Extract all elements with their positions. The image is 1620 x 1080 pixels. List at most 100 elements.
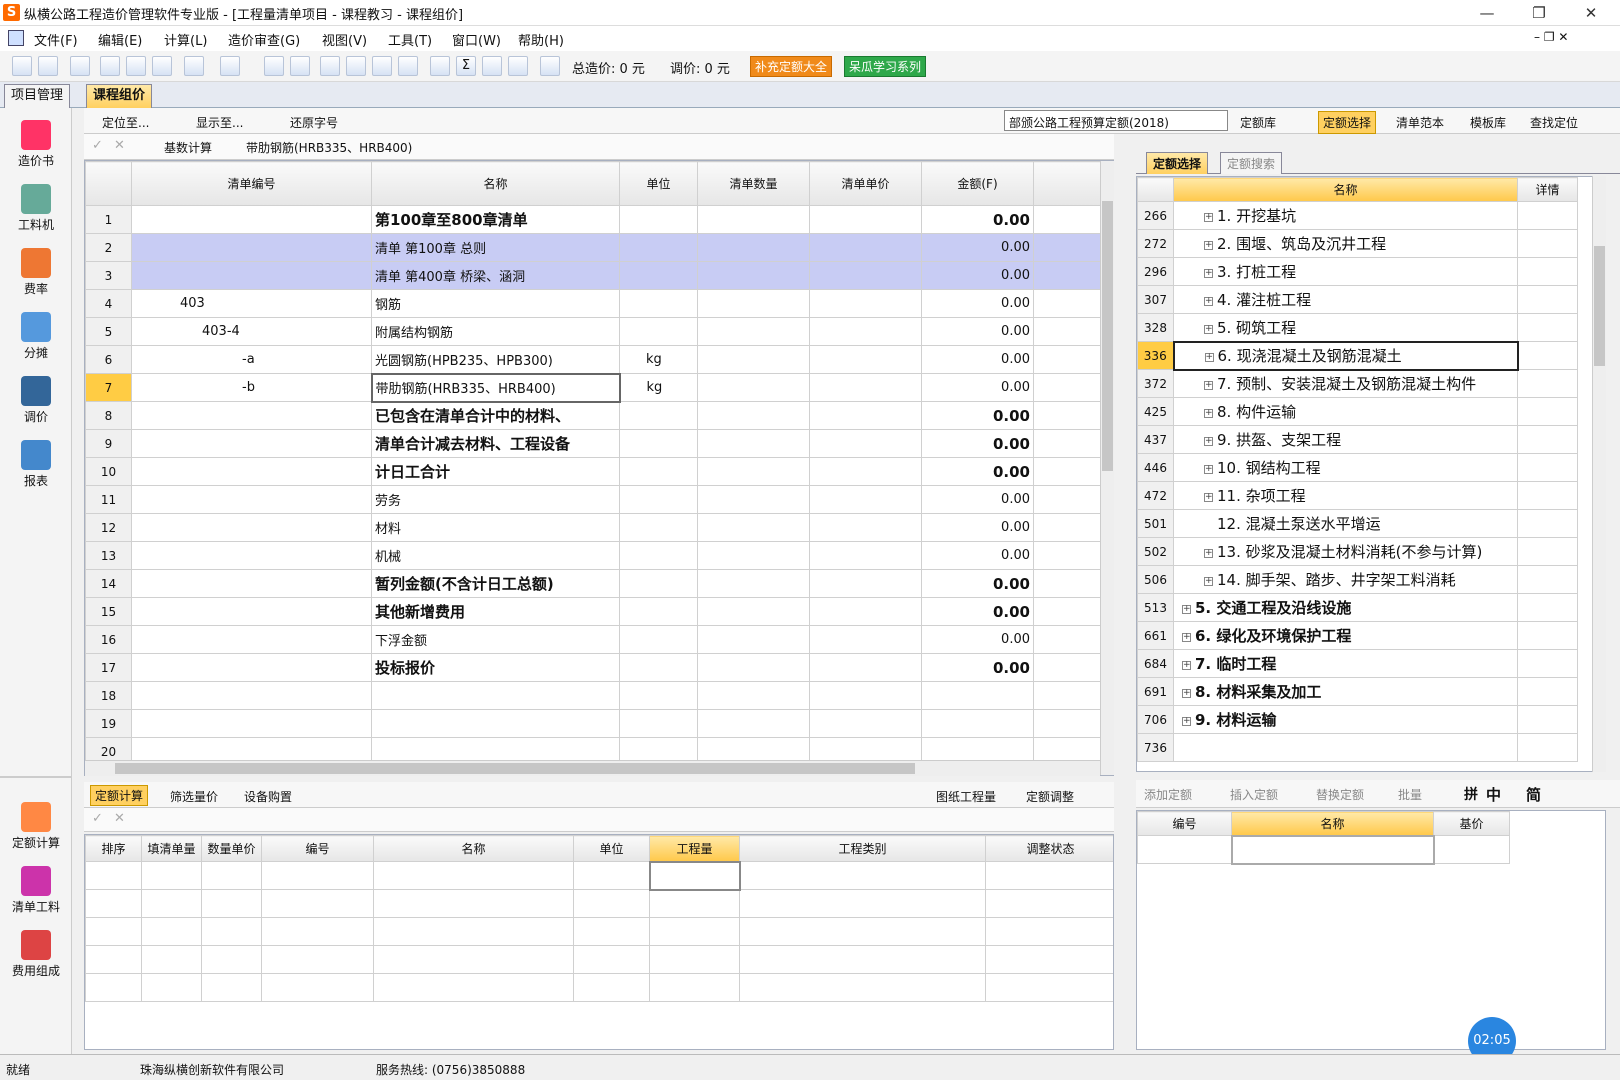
cell-quantity[interactable] <box>697 261 810 290</box>
cell-quantity[interactable] <box>697 345 810 374</box>
tab-project-management[interactable]: 项目管理 <box>4 84 71 108</box>
tree-row[interactable]: 661 +6. 绿化及环境保护工程 <box>1137 621 1578 650</box>
tree-node[interactable]: +10. 钢结构工程 <box>1173 453 1518 482</box>
confirm-icon[interactable]: ✓ <box>92 138 103 153</box>
cell-code[interactable] <box>131 261 372 290</box>
tree-vscroll[interactable] <box>1592 176 1606 772</box>
cell-amount[interactable]: 0.00 <box>921 289 1034 318</box>
tab-quota-search[interactable]: 定额搜索 <box>1220 152 1283 174</box>
table-row[interactable]: 11 劳务 0.00 <box>85 485 1113 514</box>
tree-row[interactable]: 425 +8. 构件运输 <box>1137 397 1578 426</box>
cell-code[interactable] <box>131 709 372 738</box>
cell-amount[interactable]: 0.00 <box>921 345 1034 374</box>
cell-unit[interactable] <box>619 513 698 542</box>
bottom-col[interactable]: 名称 <box>373 835 574 862</box>
undo-icon[interactable] <box>184 56 204 76</box>
cell-unit[interactable] <box>619 429 698 458</box>
cell-amount[interactable]: 0.00 <box>921 513 1034 542</box>
cell-quantity[interactable] <box>697 653 810 682</box>
tree-row[interactable]: 501 12. 混凝土泵送水平增运 <box>1137 509 1578 538</box>
cell-amount[interactable]: 0.00 <box>921 653 1034 682</box>
tree-detail[interactable] <box>1517 565 1578 594</box>
locate-button[interactable]: 定位至... <box>102 114 149 131</box>
cell-unit[interactable] <box>619 709 698 738</box>
cell-quantity[interactable] <box>697 457 810 486</box>
tree-row[interactable]: 446 +10. 钢结构工程 <box>1137 453 1578 482</box>
nav-allocation[interactable]: 分摊 <box>6 308 66 368</box>
cell-name[interactable]: 其他新增费用 <box>371 597 620 626</box>
cell-quantity[interactable] <box>697 625 810 654</box>
cell-quantity[interactable] <box>697 401 810 430</box>
cell-quantity[interactable] <box>697 233 810 262</box>
cell-amount[interactable]: 0.00 <box>921 401 1034 430</box>
sum-box-icon[interactable] <box>482 56 502 76</box>
tree-node[interactable]: +14. 脚手架、踏步、井字架工料消耗 <box>1173 565 1518 594</box>
cell-name[interactable]: 第100章至800章清单 <box>371 205 620 234</box>
redo-icon[interactable] <box>220 56 240 76</box>
tree-detail[interactable] <box>1517 341 1578 370</box>
cell-unit-price[interactable] <box>809 513 922 542</box>
copy-icon[interactable] <box>100 56 120 76</box>
cell-name[interactable] <box>371 709 620 738</box>
cell-unit-price[interactable] <box>809 541 922 570</box>
expand-icon[interactable]: + <box>1204 353 1214 362</box>
cell-quantity[interactable] <box>697 513 810 542</box>
move-right-icon[interactable] <box>346 56 366 76</box>
current-item-field[interactable]: 带肋钢筋(HRB335、HRB400) <box>246 139 412 156</box>
cell-amount[interactable]: 0.00 <box>921 317 1034 346</box>
col-unit[interactable]: 单位 <box>619 161 698 206</box>
template-list-button[interactable]: 清单范本 <box>1396 114 1444 131</box>
cell-name[interactable] <box>371 681 620 710</box>
row-number[interactable]: 2 <box>85 233 132 262</box>
cell-quantity[interactable] <box>697 681 810 710</box>
tree-node[interactable]: +2. 围堰、筑岛及沉井工程 <box>1173 229 1518 258</box>
tree-detail[interactable] <box>1517 537 1578 566</box>
preview-icon[interactable] <box>70 56 90 76</box>
minimize-button[interactable]: — <box>1472 2 1502 24</box>
tree-row[interactable]: 296 +3. 打桩工程 <box>1137 257 1578 286</box>
cell-unit-price[interactable] <box>809 373 922 402</box>
table-row[interactable]: 4 403 钢筋 0.00 <box>85 289 1113 318</box>
cell-unit-price[interactable] <box>809 653 922 682</box>
menu-window[interactable]: 窗口(W) <box>452 30 501 49</box>
paste-icon[interactable] <box>152 56 172 76</box>
col-quantity[interactable]: 清单数量 <box>697 161 810 206</box>
expand-icon[interactable]: + <box>1182 633 1191 642</box>
move-down-icon[interactable] <box>398 56 418 76</box>
expand-icon[interactable]: + <box>1182 689 1191 698</box>
cell-unit-price[interactable] <box>809 317 922 346</box>
cell-name[interactable]: 投标报价 <box>371 653 620 682</box>
table-row[interactable]: 7 -b 带肋钢筋(HRB335、HRB400) kg 0.00 <box>85 372 1113 403</box>
quota-icon[interactable] <box>508 56 528 76</box>
expand-icon[interactable]: + <box>1204 437 1213 446</box>
bottom-col[interactable]: 数量单价 <box>201 835 262 862</box>
tab-quota-select[interactable]: 定额选择 <box>1146 152 1209 174</box>
cell-unit[interactable] <box>619 289 698 318</box>
tree-detail[interactable] <box>1517 621 1578 650</box>
tree-row[interactable]: 307 +4. 灌注桩工程 <box>1137 285 1578 314</box>
cell-amount[interactable] <box>921 681 1034 710</box>
cell-unit[interactable] <box>619 597 698 626</box>
template-lib-button[interactable]: 模板库 <box>1470 114 1506 131</box>
table-row[interactable]: 19 <box>85 709 1113 738</box>
table-row[interactable]: 2 清单 第100章 总则 0.00 <box>85 233 1113 262</box>
row-number[interactable]: 5 <box>85 317 132 346</box>
expand-icon[interactable]: + <box>1204 241 1213 250</box>
tree-node[interactable]: +1. 开挖基坑 <box>1173 201 1518 230</box>
rb-name-cell[interactable] <box>1230 834 1435 865</box>
save-all-icon[interactable] <box>38 56 58 76</box>
cell-unit-price[interactable] <box>809 429 922 458</box>
cell-quantity[interactable] <box>697 429 810 458</box>
cut-icon[interactable] <box>126 56 146 76</box>
tree-detail[interactable] <box>1517 677 1578 706</box>
cell-unit-price[interactable] <box>809 289 922 318</box>
base-calc-button[interactable]: 基数计算 <box>164 139 212 156</box>
cell-unit-price[interactable] <box>809 401 922 430</box>
table-row[interactable]: 3 清单 第400章 桥梁、涵洞 0.00 <box>85 261 1113 290</box>
bottom-col[interactable]: 填清单量 <box>141 835 202 862</box>
row-number[interactable]: 18 <box>85 681 132 710</box>
tree-detail[interactable] <box>1517 201 1578 230</box>
tree-node[interactable]: +3. 打桩工程 <box>1173 257 1518 286</box>
row-number[interactable]: 16 <box>85 625 132 654</box>
cell-unit[interactable] <box>619 457 698 486</box>
